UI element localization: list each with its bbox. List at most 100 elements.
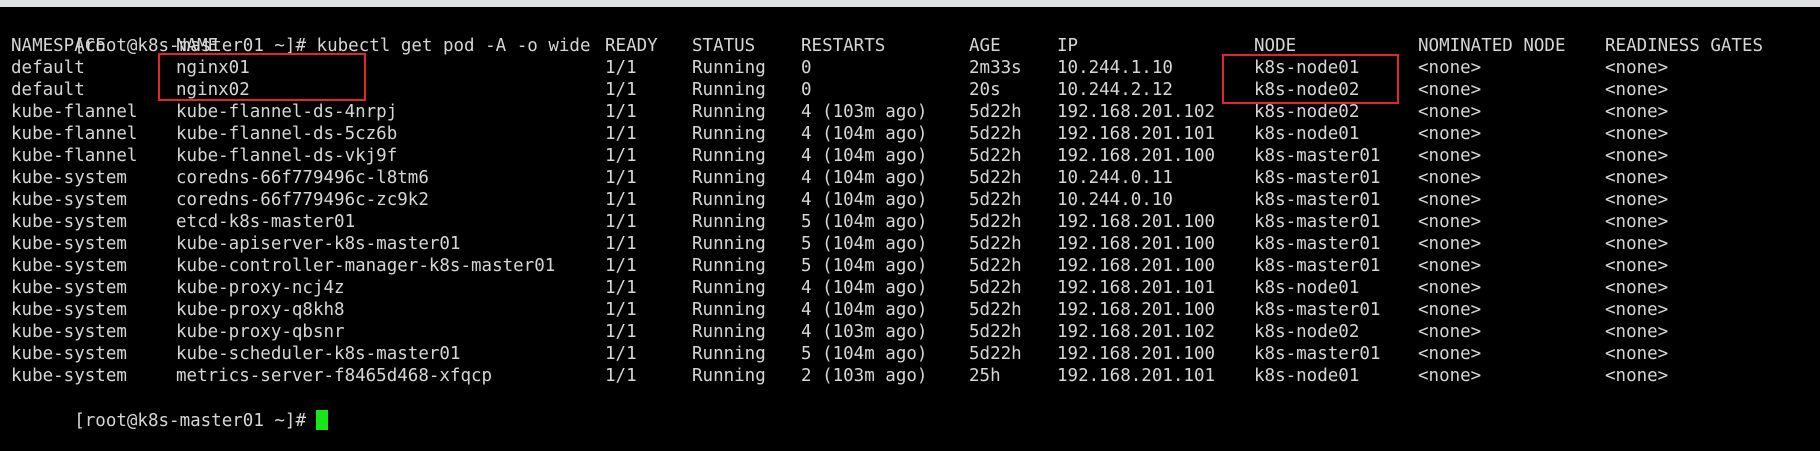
cell-node: k8s-master01 — [1254, 300, 1381, 320]
cell-nominated-node: <none> — [1418, 212, 1482, 232]
cell-status: Running — [692, 124, 766, 144]
cell-ready: 1/1 — [605, 322, 637, 342]
header-ip: IP — [1057, 36, 1079, 56]
cell-readiness-gates: <none> — [1605, 102, 1669, 122]
cell-node: k8s-node02 — [1254, 322, 1360, 342]
cell-readiness-gates: <none> — [1605, 366, 1669, 386]
cell-node: k8s-master01 — [1254, 212, 1381, 232]
cell-nominated-node: <none> — [1418, 80, 1482, 100]
cell-ip: 192.168.201.101 — [1057, 278, 1216, 298]
cell-name: kube-flannel-ds-4nrpj — [176, 102, 398, 122]
cell-node: k8s-node02 — [1254, 102, 1360, 122]
cell-namespace: kube-system — [11, 278, 127, 298]
cell-status: Running — [692, 322, 766, 342]
cell-ip: 192.168.201.100 — [1057, 212, 1216, 232]
cell-ip: 192.168.201.100 — [1057, 146, 1216, 166]
window-top-bar — [0, 0, 1820, 7]
cell-node: k8s-master01 — [1254, 234, 1381, 254]
cell-namespace: kube-system — [11, 234, 127, 254]
cell-age: 5d22h — [969, 212, 1022, 232]
cell-name: metrics-server-f8465d468-xfqcp — [176, 366, 493, 386]
cell-namespace: kube-flannel — [11, 146, 138, 166]
cell-status: Running — [692, 300, 766, 320]
cell-restarts: 0 — [801, 80, 812, 100]
text-cursor — [316, 410, 329, 430]
cell-namespace: default — [11, 80, 85, 100]
cell-node: k8s-master01 — [1254, 190, 1381, 210]
cell-restarts: 5 (104m ago) — [801, 256, 928, 276]
cell-ready: 1/1 — [605, 234, 637, 254]
cell-status: Running — [692, 234, 766, 254]
cell-node: k8s-master01 — [1254, 256, 1381, 276]
cell-nominated-node: <none> — [1418, 300, 1482, 320]
cell-age: 25h — [969, 366, 1001, 386]
cell-ip: 192.168.201.102 — [1057, 322, 1216, 342]
table-row: kube-system kube-proxy-q8kh8 1/1 Running… — [11, 299, 1811, 321]
cell-nominated-node: <none> — [1418, 344, 1482, 364]
header-ready: READY — [605, 36, 658, 56]
cell-name: kube-proxy-qbsnr — [176, 322, 345, 342]
cell-namespace: kube-system — [11, 168, 127, 188]
cell-nominated-node: <none> — [1418, 322, 1482, 342]
table-row: kube-flannel kube-flannel-ds-5cz6b 1/1 R… — [11, 123, 1811, 145]
cell-name: kube-proxy-q8kh8 — [176, 300, 345, 320]
cell-readiness-gates: <none> — [1605, 146, 1669, 166]
cell-ready: 1/1 — [605, 102, 637, 122]
cell-readiness-gates: <none> — [1605, 168, 1669, 188]
cell-age: 5d22h — [969, 190, 1022, 210]
cell-ready: 1/1 — [605, 190, 637, 210]
cell-ready: 1/1 — [605, 300, 637, 320]
cell-readiness-gates: <none> — [1605, 300, 1669, 320]
cell-ready: 1/1 — [605, 80, 637, 100]
cell-namespace: kube-system — [11, 256, 127, 276]
highlight-box-nodes — [1222, 54, 1399, 104]
cell-age: 5d22h — [969, 124, 1022, 144]
cell-readiness-gates: <none> — [1605, 322, 1669, 342]
cell-nominated-node: <none> — [1418, 190, 1482, 210]
header-status: STATUS — [692, 36, 756, 56]
cell-name: kube-flannel-ds-vkj9f — [176, 146, 398, 166]
cell-namespace: kube-system — [11, 344, 127, 364]
cell-nominated-node: <none> — [1418, 256, 1482, 276]
cell-restarts: 4 (104m ago) — [801, 146, 928, 166]
cell-status: Running — [692, 80, 766, 100]
header-age: AGE — [969, 36, 1001, 56]
cell-ip: 192.168.201.100 — [1057, 256, 1216, 276]
cell-restarts: 0 — [801, 58, 812, 78]
cell-namespace: kube-system — [11, 322, 127, 342]
cell-ip: 10.244.2.12 — [1057, 80, 1173, 100]
cell-ip: 10.244.0.11 — [1057, 168, 1173, 188]
command-line: [root@k8s-master01 ~]# kubectl get pod -… — [11, 13, 1811, 56]
cell-age: 5d22h — [969, 278, 1022, 298]
cell-restarts: 5 (104m ago) — [801, 212, 928, 232]
cell-namespace: default — [11, 58, 85, 78]
cell-ready: 1/1 — [605, 124, 637, 144]
cell-name: kube-proxy-ncj4z — [176, 278, 345, 298]
cell-ip: 192.168.201.100 — [1057, 344, 1216, 364]
cell-node: k8s-master01 — [1254, 168, 1381, 188]
cell-restarts: 4 (104m ago) — [801, 168, 928, 188]
cell-nominated-node: <none> — [1418, 102, 1482, 122]
header-nominated-node: NOMINATED NODE — [1418, 36, 1566, 56]
cell-status: Running — [692, 168, 766, 188]
table-row: kube-system coredns-66f779496c-l8tm6 1/1… — [11, 167, 1811, 189]
cell-name: coredns-66f779496c-zc9k2 — [176, 190, 429, 210]
cell-status: Running — [692, 58, 766, 78]
cell-name: coredns-66f779496c-l8tm6 — [176, 168, 429, 188]
terminal-output[interactable]: [root@k8s-master01 ~]# kubectl get pod -… — [0, 7, 1820, 451]
cell-readiness-gates: <none> — [1605, 58, 1669, 78]
header-namespace: NAMESPACE — [11, 36, 106, 56]
cell-node: k8s-node01 — [1254, 366, 1360, 386]
cell-namespace: kube-system — [11, 212, 127, 232]
cell-restarts: 5 (104m ago) — [801, 234, 928, 254]
table-row: kube-system etcd-k8s-master01 1/1 Runnin… — [11, 211, 1811, 233]
cell-namespace: kube-flannel — [11, 124, 138, 144]
cell-node: k8s-master01 — [1254, 146, 1381, 166]
prompt-line[interactable]: [root@k8s-master01 ~]# — [11, 388, 1811, 431]
prompt-text: [root@k8s-master01 ~]# — [74, 411, 307, 431]
cell-namespace: kube-system — [11, 300, 127, 320]
cell-age: 5d22h — [969, 146, 1022, 166]
cell-ip: 10.244.0.10 — [1057, 190, 1173, 210]
table-row: kube-flannel kube-flannel-ds-4nrpj 1/1 R… — [11, 101, 1811, 123]
cell-age: 5d22h — [969, 322, 1022, 342]
